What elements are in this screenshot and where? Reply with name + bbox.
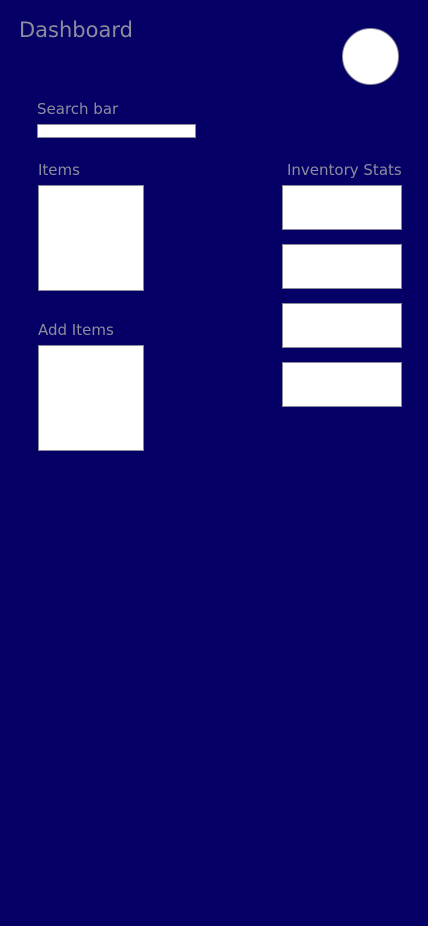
avatar[interactable]: [342, 28, 399, 85]
search-input[interactable]: [37, 124, 196, 138]
items-label: Items: [38, 161, 80, 179]
page-title: Dashboard: [19, 18, 133, 42]
inventory-stat-card-2[interactable]: [282, 244, 402, 289]
inventory-stat-card-3[interactable]: [282, 303, 402, 348]
add-items-panel[interactable]: [38, 345, 144, 451]
add-items-label: Add Items: [38, 321, 114, 339]
inventory-stats-label: Inventory Stats: [287, 161, 402, 179]
items-panel[interactable]: [38, 185, 144, 291]
inventory-stat-card-4[interactable]: [282, 362, 402, 407]
search-label: Search bar: [37, 100, 119, 118]
inventory-stat-card-1[interactable]: [282, 185, 402, 230]
